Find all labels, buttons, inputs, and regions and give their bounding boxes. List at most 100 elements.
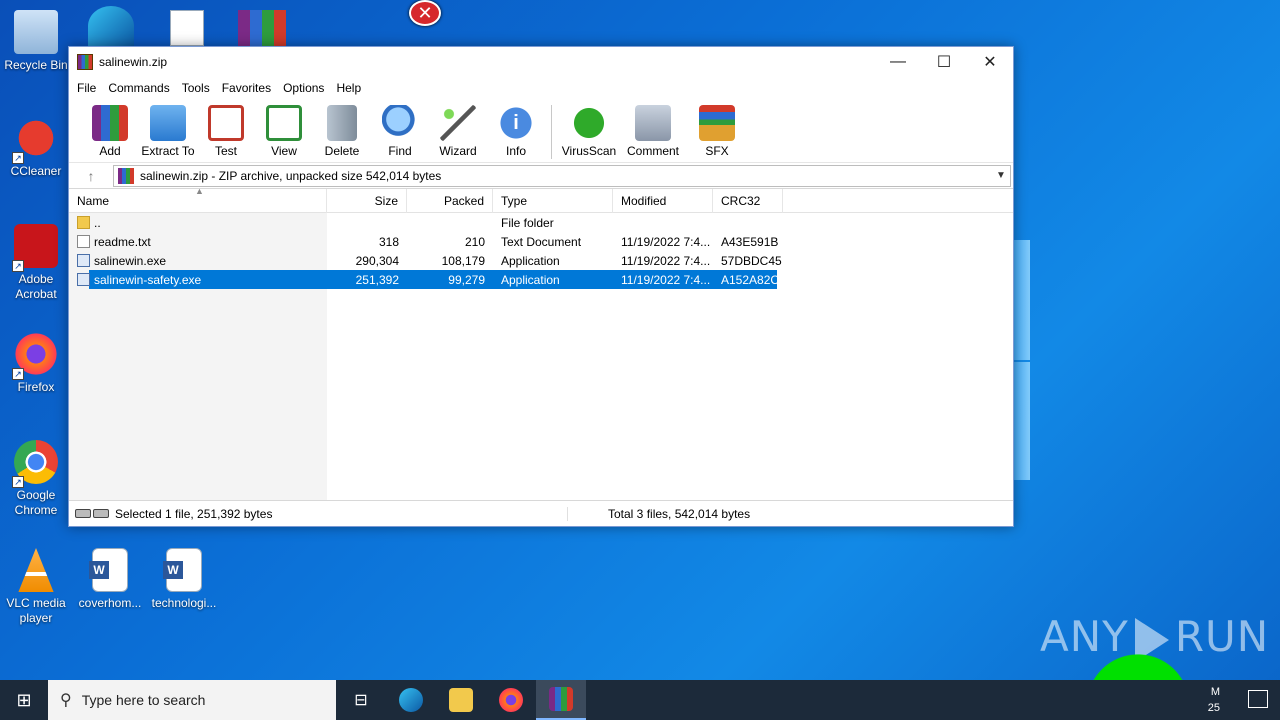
word-document-icon: W	[163, 548, 202, 592]
maximize-button[interactable]: ☐	[921, 47, 967, 77]
desktop-icon-label: CCleaner	[10, 164, 62, 178]
tool-label: Comment	[626, 144, 679, 158]
virusscan-bug-icon	[571, 105, 607, 141]
desktop-icon-ccleaner[interactable]: ↗ CCleaner	[0, 116, 72, 179]
file-packed: 108,179	[441, 253, 485, 268]
tool-label: Delete	[324, 144, 360, 158]
view-book-icon	[266, 105, 302, 141]
window-title: salinewin.zip	[99, 55, 168, 69]
sort-up-icon: ▲	[195, 186, 204, 196]
menu-file[interactable]: File	[71, 81, 102, 95]
sfx-box-icon	[699, 105, 735, 141]
tool-label: View	[271, 144, 297, 158]
taskbar: ⊞ ⚲ Type here to search ⊟ M 25	[0, 680, 1280, 720]
table-row[interactable]: salinewin.exe 290,304 108,179 Applicatio…	[69, 251, 1013, 270]
desktop-icon-label: Recycle Bin	[4, 58, 68, 72]
notification-icon[interactable]	[1248, 690, 1268, 708]
test-button[interactable]: Test	[197, 103, 255, 158]
task-view-button[interactable]: ⊟	[336, 680, 386, 720]
winrar-window: salinewin.zip — ☐ ✕ File Commands Tools …	[68, 46, 1014, 527]
tray-clock[interactable]: M 25	[1208, 684, 1220, 716]
taskbar-file-explorer[interactable]	[436, 680, 486, 720]
file-type: Application	[501, 272, 560, 287]
desktop-icon-label: VLC media player	[6, 596, 66, 625]
find-button[interactable]: Find	[371, 103, 429, 158]
tool-label: SFX	[705, 144, 729, 158]
minimize-button[interactable]: —	[875, 47, 921, 77]
file-type: File folder	[501, 215, 554, 230]
file-modified: 11/19/2022 7:4...	[621, 253, 711, 268]
desktop-icon-recycle-bin[interactable]: Recycle Bin	[0, 10, 72, 73]
table-row-selected[interactable]: salinewin-safety.exe 251,392 99,279 Appl…	[69, 270, 1013, 289]
desktop-icon-coverhom[interactable]: W coverhom...	[74, 548, 146, 611]
title-bar[interactable]: salinewin.zip — ☐ ✕	[69, 47, 1013, 77]
menu-tools[interactable]: Tools	[176, 81, 216, 95]
menu-favorites[interactable]: Favorites	[216, 81, 277, 95]
desktop-icon-label: Adobe Acrobat	[15, 272, 57, 301]
column-header-type[interactable]: Type	[493, 189, 613, 213]
chevron-down-icon[interactable]: ▼	[992, 170, 1010, 181]
winrar-icon	[549, 687, 573, 711]
wizard-wand-icon	[440, 105, 476, 141]
image-file-desktop-icon[interactable]	[170, 10, 204, 46]
file-name: ..	[94, 215, 101, 230]
taskbar-edge[interactable]	[386, 680, 436, 720]
path-field[interactable]: salinewin.zip - ZIP archive, unpacked si…	[113, 164, 1011, 187]
light-panel	[1014, 362, 1030, 480]
column-header-size[interactable]: Size	[327, 189, 407, 213]
info-button[interactable]: i Info	[487, 103, 545, 158]
menu-help[interactable]: Help	[330, 81, 367, 95]
extract-folder-icon	[150, 105, 186, 141]
file-type: Text Document	[501, 234, 582, 249]
file-crc: 57DBDC45	[721, 253, 782, 268]
file-crc: A43E591B	[721, 234, 779, 249]
status-icons	[69, 509, 113, 518]
menu-commands[interactable]: Commands	[102, 81, 175, 95]
add-button[interactable]: Add	[81, 103, 139, 158]
toolbar: Add Extract To Test View Delete Find Wiz…	[69, 99, 1013, 163]
desktop-icon-label: Google Chrome	[14, 488, 58, 517]
add-icon	[92, 105, 128, 141]
wizard-button[interactable]: Wizard	[429, 103, 487, 158]
view-button[interactable]: View	[255, 103, 313, 158]
desktop-icon-google-chrome[interactable]: ↗ Google Chrome	[0, 440, 72, 518]
column-header-packed[interactable]: Packed	[407, 189, 493, 213]
file-type: Application	[501, 253, 560, 268]
drive-icon[interactable]	[75, 509, 91, 518]
taskbar-firefox[interactable]	[486, 680, 536, 720]
desktop-icon-adobe-acrobat[interactable]: ↗ Adobe Acrobat	[0, 224, 72, 302]
winrar-desktop-icon[interactable]	[238, 10, 286, 46]
start-button[interactable]: ⊞	[0, 680, 48, 720]
table-row[interactable]: readme.txt 318 210 Text Document 11/19/2…	[69, 232, 1013, 251]
winrar-app-icon	[77, 54, 93, 70]
column-header-modified[interactable]: Modified	[613, 189, 713, 213]
error-close-icon[interactable]: ✕	[409, 0, 441, 26]
file-size: 290,304	[355, 253, 399, 268]
comment-button[interactable]: Comment	[618, 103, 688, 158]
file-size: 318	[378, 234, 399, 249]
taskbar-winrar[interactable]	[536, 680, 586, 720]
up-arrow-icon[interactable]: ↑	[69, 168, 113, 184]
text-file-icon	[77, 235, 90, 248]
column-header-crc32[interactable]: CRC32	[713, 189, 783, 213]
table-row[interactable]: .. File folder	[69, 213, 1013, 232]
clock-time: M	[1210, 686, 1220, 698]
application-icon	[77, 273, 90, 286]
tool-label: Extract To	[141, 144, 195, 158]
key-icon[interactable]	[93, 509, 109, 518]
extract-to-button[interactable]: Extract To	[139, 103, 197, 158]
edge-desktop-icon[interactable]	[88, 6, 134, 46]
tool-label: Wizard	[439, 144, 477, 158]
desktop-icon-firefox[interactable]: ↗ Firefox	[0, 332, 72, 395]
desktop-icon-technologi[interactable]: W technologi...	[148, 548, 220, 611]
test-clipboard-icon	[208, 105, 244, 141]
desktop-icon-vlc[interactable]: VLC media player	[0, 548, 72, 626]
delete-button[interactable]: Delete	[313, 103, 371, 158]
virusscan-button[interactable]: VirusScan	[560, 103, 618, 158]
sfx-button[interactable]: SFX	[688, 103, 746, 158]
file-crc: A152A82C	[721, 272, 780, 287]
taskbar-search[interactable]: ⚲ Type here to search	[48, 680, 336, 720]
close-button[interactable]: ✕	[967, 47, 1013, 77]
application-icon	[77, 254, 90, 267]
menu-options[interactable]: Options	[277, 81, 330, 95]
